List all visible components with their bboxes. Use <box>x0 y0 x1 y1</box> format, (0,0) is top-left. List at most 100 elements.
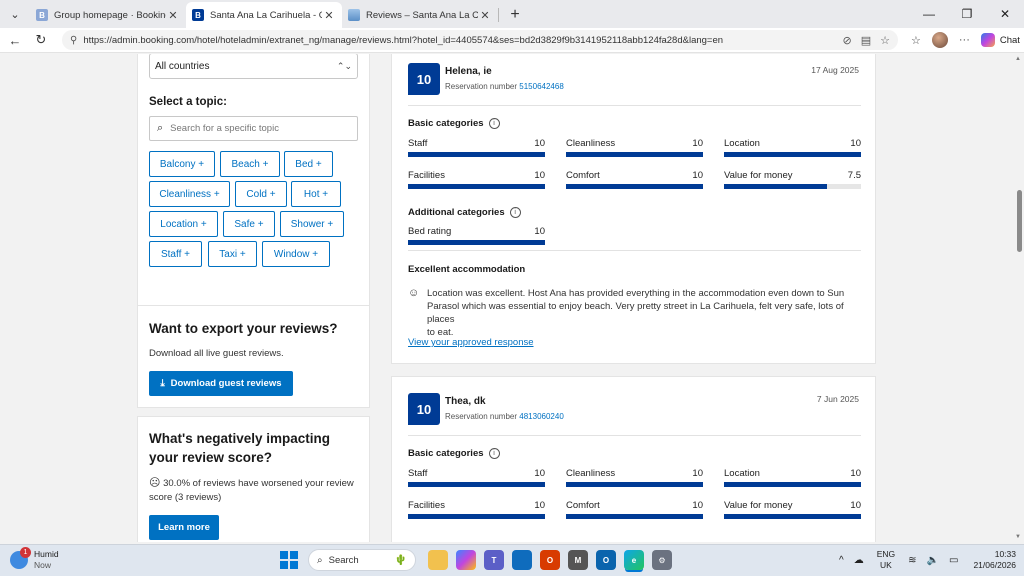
filters-card: All countries ⌃⌄ Select a topic: ⌕ Searc… <box>137 54 370 348</box>
battery-icon[interactable]: ▭ <box>949 555 958 566</box>
back-arrow-icon[interactable]: ← <box>2 33 28 48</box>
browser-tab-reviews[interactable]: Reviews – Santa Ana La Carihuela ✕ <box>342 2 498 28</box>
cloud-icon[interactable]: ☁ <box>854 555 864 566</box>
topic-chip-cold[interactable]: Cold + <box>235 181 287 207</box>
metric-staff: Staff 10 <box>408 138 545 157</box>
toolbar-right: ☆ ··· Chat <box>906 32 1020 48</box>
browser-tab-guest-reviews[interactable]: B Santa Ana La Carihuela - Guest reviews… <box>186 2 342 28</box>
review-card: 10 Thea, dk Reservation number 481306024… <box>391 376 876 542</box>
metric-bar-fill <box>408 152 545 157</box>
favorites-icon[interactable]: ☆ <box>911 34 921 47</box>
metric-value: 10 <box>692 138 703 149</box>
weather-icon: 1 <box>10 547 31 569</box>
page-scrollbar[interactable]: ▲ ▼ <box>1014 54 1024 542</box>
info-icon[interactable]: i <box>488 448 500 459</box>
close-icon[interactable]: ✕ <box>322 9 336 22</box>
reservation-label: Reservation number <box>445 412 518 421</box>
view-approved-response-link[interactable]: View your approved response <box>408 337 534 348</box>
topic-chip-balcony[interactable]: Balcony + <box>149 151 215 177</box>
metric-value: 10 <box>534 500 545 511</box>
search-icon: ⌕ <box>157 122 164 134</box>
divider <box>408 435 861 436</box>
metric-facilities: Facilities 10 <box>408 500 545 519</box>
country-select[interactable]: All countries ⌃⌄ <box>149 54 358 79</box>
basic-categories-heading: Basic categories i <box>408 448 500 459</box>
weather-widget[interactable]: 1 Humid Now <box>10 547 59 571</box>
metric-bar <box>724 514 861 519</box>
topic-chip-window[interactable]: Window + <box>262 241 330 267</box>
tab-divider <box>498 8 499 22</box>
close-icon[interactable]: ✕ <box>478 9 492 22</box>
info-icon[interactable]: i <box>488 118 500 129</box>
windows-start-icon[interactable] <box>280 551 298 569</box>
metric-value-for-money: Value for money 7.5 <box>724 170 861 189</box>
taskbar-search[interactable]: ⌕ Search 🌵 <box>308 549 416 571</box>
review-date: 17 Aug 2025 <box>811 65 859 75</box>
file-explorer-icon[interactable] <box>428 550 448 570</box>
browser-tab-group-homepage[interactable]: B Group homepage · Booking.com ✕ <box>30 2 186 28</box>
settings-gear-icon[interactable]: ⚙ <box>652 550 672 570</box>
tab-title: Santa Ana La Carihuela - Guest reviews <box>210 9 322 21</box>
office-icon[interactable]: O <box>540 550 560 570</box>
scrollbar-thumb[interactable] <box>1017 190 1022 252</box>
metric-label: Staff <box>408 468 428 479</box>
metric-value: 10 <box>692 500 703 511</box>
url-text[interactable]: https://admin.booking.com/hotel/hoteladm… <box>83 35 833 46</box>
review-text-line: Parasol which was essential to enjoy bea… <box>427 301 844 325</box>
clock[interactable]: 10:33 21/06/2026 <box>973 549 1016 571</box>
topic-chip-bed[interactable]: Bed + <box>284 151 333 177</box>
minimize-icon[interactable]: — <box>910 0 948 28</box>
metric-bar <box>566 482 703 487</box>
topic-chip-cleanliness[interactable]: Cleanliness + <box>149 181 230 207</box>
learn-more-button[interactable]: Learn more <box>149 515 219 540</box>
booking-favicon-icon: B <box>192 9 204 21</box>
download-guest-reviews-button[interactable]: ⤓ Download guest reviews <box>149 371 293 396</box>
reservation-number-link[interactable]: 4813060240 <box>519 412 564 421</box>
topic-chip-safe[interactable]: Safe + <box>223 211 275 237</box>
site-info-icon[interactable]: ⚲ <box>70 35 77 46</box>
metric-location: Location 10 <box>724 468 861 487</box>
refresh-icon[interactable]: ↻ <box>28 32 54 48</box>
metric-bar <box>408 482 545 487</box>
store-icon[interactable] <box>512 550 532 570</box>
chat-label: Chat <box>999 34 1020 46</box>
review-positive-text: ☺ Location was excellent. Host Ana has p… <box>408 287 861 339</box>
lang-line1: ENG <box>876 549 896 559</box>
topic-chip-shower[interactable]: Shower + <box>280 211 344 237</box>
topic-chip-hot[interactable]: Hot + <box>291 181 341 207</box>
maximize-icon[interactable]: ❐ <box>948 0 986 28</box>
metric-label: Value for money <box>724 170 793 181</box>
scroll-up-icon[interactable]: ▲ <box>1015 56 1021 62</box>
more-options-icon[interactable]: ··· <box>959 34 970 46</box>
language-indicator[interactable]: ENG UK <box>877 549 895 571</box>
new-tab-button[interactable]: + <box>503 3 527 27</box>
teams-icon[interactable]: T <box>484 550 504 570</box>
copilot-chat-button[interactable]: Chat <box>980 33 1020 47</box>
address-bar[interactable]: ⚲ https://admin.booking.com/hotel/hotela… <box>62 30 898 50</box>
chevron-up-icon[interactable]: ^ <box>839 555 844 566</box>
topic-search-input[interactable]: ⌕ Search for a specific topic <box>149 116 358 141</box>
profile-avatar[interactable] <box>931 32 948 48</box>
topic-chip-location[interactable]: Location + <box>149 211 218 237</box>
tracking-prevention-icon[interactable]: ⊘ <box>843 34 852 47</box>
speaker-icon[interactable]: 🔈 <box>927 555 939 566</box>
topic-chip-staff[interactable]: Staff + <box>149 241 202 267</box>
tab-actions-menu-button[interactable]: ⌄ <box>4 3 26 25</box>
copilot-app-icon[interactable] <box>456 550 476 570</box>
close-icon[interactable]: ✕ <box>166 9 180 22</box>
info-icon[interactable]: i <box>509 207 521 218</box>
metric-label: Value for money <box>724 500 793 511</box>
edge-browser-icon[interactable]: e <box>624 550 644 570</box>
close-window-icon[interactable]: ✕ <box>986 0 1024 28</box>
favorite-star-icon[interactable]: ☆ <box>880 34 890 47</box>
negative-body: ☹ 30.0% of reviews have worsened your re… <box>149 477 354 490</box>
outlook-icon[interactable]: O <box>596 550 616 570</box>
tab-title: Reviews – Santa Ana La Carihuela <box>366 9 478 21</box>
reservation-number-link[interactable]: 5150642468 <box>519 82 564 91</box>
wifi-icon[interactable]: ≋ <box>908 555 916 566</box>
reading-view-icon[interactable]: ▤ <box>861 34 871 47</box>
topic-chip-taxi[interactable]: Taxi + <box>208 241 257 267</box>
topic-chip-beach[interactable]: Beach + <box>220 151 280 177</box>
scroll-down-icon[interactable]: ▼ <box>1015 534 1021 540</box>
app-m-icon[interactable]: M <box>568 550 588 570</box>
